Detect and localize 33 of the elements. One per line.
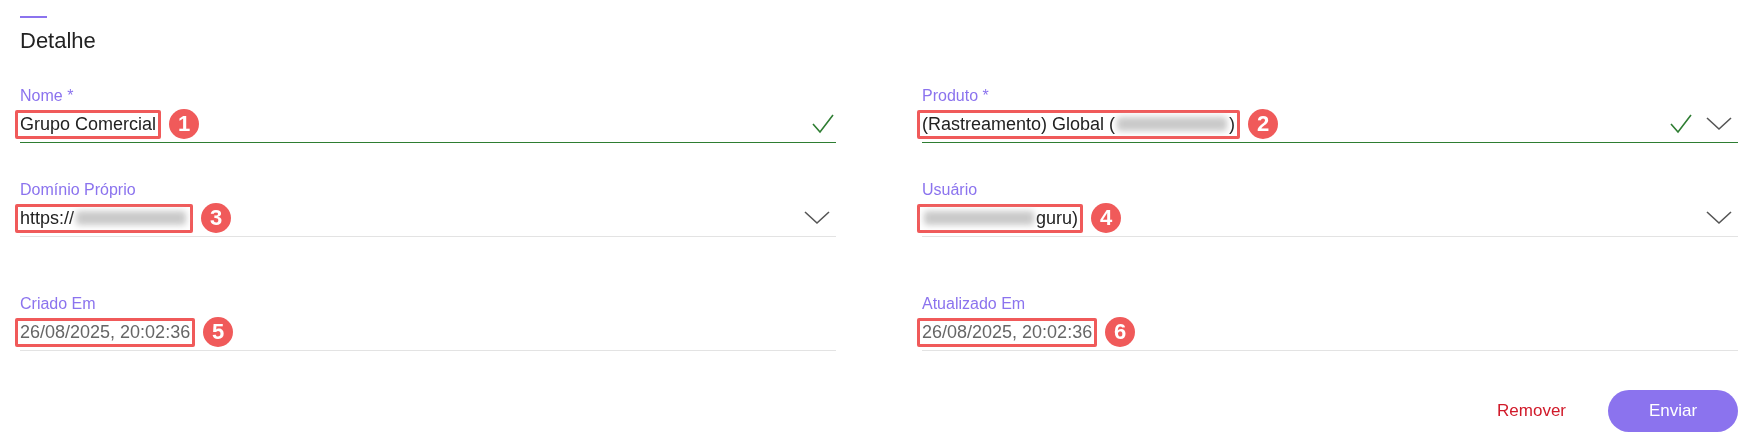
check-icon bbox=[1670, 114, 1692, 134]
annotation-number: 6 bbox=[1105, 317, 1136, 347]
annotation-number: 1 bbox=[169, 109, 200, 139]
input-field[interactable]: Grupo Comercial 1 bbox=[20, 106, 836, 143]
field-value: 26/08/2025, 20:02:36 bbox=[20, 321, 191, 343]
chevron-down-icon[interactable] bbox=[804, 211, 830, 225]
select-field[interactable]: https:// 3 bbox=[20, 200, 836, 237]
field-value: https:// bbox=[20, 207, 75, 229]
field-label: Domínio Próprio bbox=[20, 180, 136, 200]
select-field[interactable]: (Rastreamento) Global ( ) 2 bbox=[922, 106, 1738, 143]
field-value: ) bbox=[1229, 113, 1236, 135]
field-label: Criado Em bbox=[20, 294, 96, 314]
field-label: Produto * bbox=[922, 86, 989, 106]
field-value: guru) bbox=[1036, 207, 1079, 229]
chevron-down-icon[interactable] bbox=[1706, 211, 1732, 225]
field-value: Grupo Comercial bbox=[20, 113, 157, 135]
select-field[interactable]: guru) 4 bbox=[922, 200, 1738, 237]
field-value: (Rastreamento) Global ( bbox=[922, 113, 1116, 135]
annotation-number: 2 bbox=[1248, 109, 1279, 139]
field-label: Usuário bbox=[922, 180, 978, 200]
submit-button[interactable]: Enviar bbox=[1608, 390, 1738, 432]
input-field[interactable]: 26/08/2025, 20:02:36 5 bbox=[20, 314, 836, 351]
field-label: Atualizado Em bbox=[922, 294, 1026, 314]
remove-button[interactable]: Remover bbox=[1493, 393, 1570, 429]
check-icon bbox=[812, 114, 834, 134]
field-label: Nome * bbox=[20, 86, 74, 106]
annotation-number: 4 bbox=[1091, 203, 1122, 233]
annotation-number: 5 bbox=[203, 317, 234, 347]
input-field[interactable]: 26/08/2025, 20:02:36 6 bbox=[922, 314, 1738, 351]
chevron-down-icon[interactable] bbox=[1706, 117, 1732, 131]
section-title: Detalhe bbox=[20, 28, 96, 54]
field-value: 26/08/2025, 20:02:36 bbox=[922, 321, 1093, 343]
annotation-number: 3 bbox=[201, 203, 232, 233]
